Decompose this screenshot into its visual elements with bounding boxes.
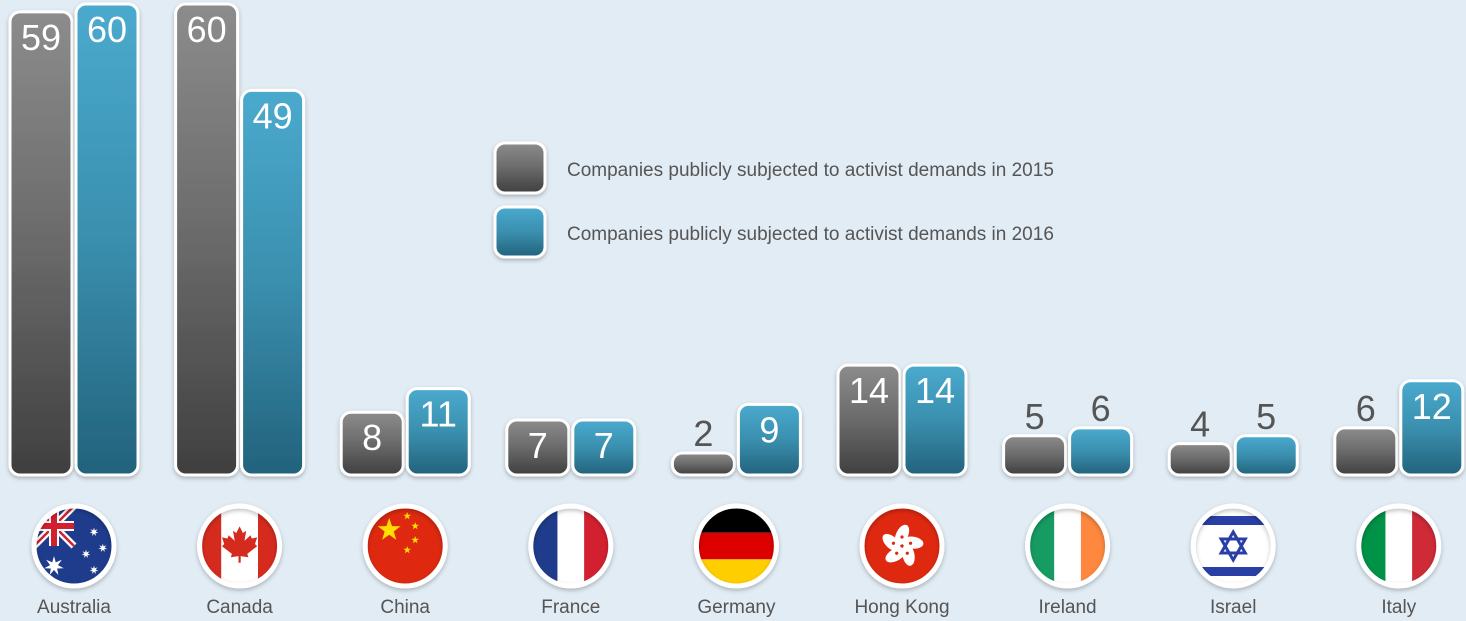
country-label-france: France: [541, 597, 600, 618]
country-label-israel: Israel: [1210, 597, 1256, 618]
italy-flag-icon: [1356, 503, 1442, 589]
data-label-ireland-2015: 5: [1025, 396, 1045, 437]
data-label-france-2015: 7: [528, 425, 548, 466]
china-flag-icon: [362, 503, 448, 589]
bar-chart: 59 60 60 49 8 11 7 7 2 9 14 14 5 6 4 5 6 12 Australia Cana…: [8, 2, 1465, 618]
data-label-canada-2015: 60: [187, 9, 227, 50]
germany-flag-icon: [693, 503, 779, 589]
data-label-italy-2015: 6: [1356, 388, 1376, 429]
data-label-ireland-2016: 6: [1091, 388, 1111, 429]
data-label-italy-2016: 12: [1412, 386, 1452, 427]
bar-israel-2015: [1167, 442, 1233, 477]
legend-swatch-2016: [493, 205, 547, 259]
country-label-hong-kong: Hong Kong: [854, 597, 949, 618]
bar-canada-2015: [174, 2, 240, 477]
country-label-germany: Germany: [697, 597, 776, 618]
data-label-canada-2016: 49: [253, 95, 293, 136]
country-labels-layer: Australia Canada China France Germany Hong Ko…: [37, 597, 1417, 618]
bar-australia-2015: [8, 10, 74, 477]
data-label-china-2015: 8: [362, 417, 382, 458]
data-label-israel-2015: 4: [1190, 404, 1210, 445]
legend-swatch-2015: [493, 141, 547, 195]
data-label-france-2016: 7: [594, 425, 614, 466]
legend-label-2016: Companies publicly subjected to activist…: [567, 224, 1054, 245]
ireland-flag-icon: [1025, 503, 1111, 589]
data-label-china-2016: 11: [420, 394, 457, 435]
canada-flag-icon: [197, 503, 283, 589]
israel-flag-icon: [1190, 503, 1276, 589]
data-label-germany-2015: 2: [693, 413, 713, 454]
country-label-canada: Canada: [206, 597, 273, 618]
bar-ireland-2016: [1068, 426, 1134, 477]
data-label-germany-2016: 9: [759, 409, 779, 450]
country-label-ireland: Ireland: [1039, 597, 1097, 618]
legend-label-2015: Companies publicly subjected to activist…: [567, 160, 1054, 181]
bar-australia-2016: [74, 2, 140, 477]
data-label-hong-kong-2015: 14: [849, 370, 889, 411]
australia-flag-icon: [31, 503, 117, 589]
country-label-australia: Australia: [37, 597, 111, 618]
data-label-australia-2015: 59: [21, 17, 61, 58]
data-label-australia-2016: 60: [87, 9, 127, 50]
data-label-israel-2016: 5: [1256, 396, 1276, 437]
legend: Companies publicly subjected to activist…: [493, 141, 1054, 259]
france-flag-icon: [528, 503, 614, 589]
hong-kong-flag-icon: [859, 503, 945, 589]
bar-israel-2016: [1233, 434, 1299, 477]
country-label-italy: Italy: [1381, 597, 1416, 618]
country-label-china: China: [380, 597, 430, 618]
bar-italy-2015: [1333, 426, 1399, 477]
bar-ireland-2015: [1002, 434, 1068, 477]
bar-canada-2016: [240, 88, 306, 477]
bar-germany-2015: [670, 451, 736, 477]
data-label-hong-kong-2016: 14: [915, 370, 955, 411]
flags-layer: [31, 503, 1442, 589]
